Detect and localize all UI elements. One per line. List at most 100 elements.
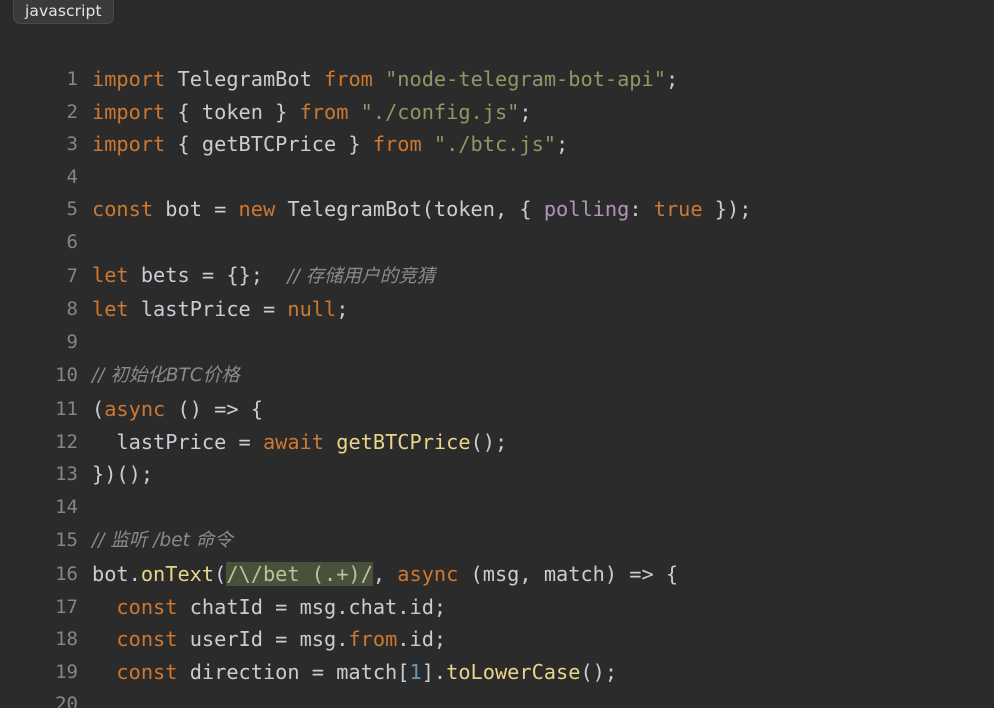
token-fn: onText: [140, 561, 215, 586]
line-number: 20: [55, 693, 78, 708]
code-scroll-area[interactable]: 1 import TelegramBot from "node-telegram-…: [0, 63, 994, 708]
line-number: 2: [66, 100, 78, 123]
token-plain: (msg, match) => {: [458, 561, 679, 586]
line-content[interactable]: bot.onText(/\/bet (.+)/, async (msg, mat…: [92, 558, 994, 591]
token-kw: new: [238, 197, 276, 222]
line-content[interactable]: [92, 226, 994, 259]
line-content[interactable]: // 初始化BTC价格: [92, 358, 994, 393]
line-content[interactable]: const chatId = msg.chat.id;: [92, 591, 994, 624]
token-plain: ,: [372, 561, 398, 586]
token-plain: bot =: [153, 197, 239, 222]
token-plain: { getBTCPrice }: [165, 132, 373, 157]
token-plain: (: [92, 396, 105, 421]
line-content[interactable]: [92, 491, 994, 524]
line-content[interactable]: let bets = {}; // 存储用户的竞猜: [92, 259, 994, 294]
code-line: 17 const chatId = msg.chat.id;: [0, 591, 994, 624]
token-kw: const: [92, 197, 154, 222]
code-line: 14: [0, 491, 994, 524]
token-plain: lastPrice =: [92, 429, 263, 454]
token-kw: from: [324, 67, 373, 91]
token-str: "node-telegram-bot-api": [385, 67, 666, 91]
token-cmt: // 监听 /bet 命令: [92, 530, 233, 552]
line-number: 1: [66, 68, 78, 90]
line-content[interactable]: import TelegramBot from "node-telegram-b…: [92, 63, 994, 96]
token-kw: from: [348, 627, 398, 652]
token-kw: const: [116, 627, 178, 652]
token-cmt: // 存储用户的竞猜: [287, 265, 436, 287]
code-line: 6: [0, 226, 994, 259]
line-number: 8: [66, 298, 78, 321]
code-line: 11 (async () => {: [0, 393, 994, 426]
line-number: 19: [55, 660, 78, 683]
token-str: "./btc.js": [433, 132, 557, 157]
code-block-container: javascript 1 import TelegramBot from "nod…: [0, 0, 994, 708]
line-content[interactable]: })();: [92, 458, 994, 491]
code-line: 1 import TelegramBot from "node-telegram-…: [0, 63, 994, 96]
token-plain: chatId = msg.chat.id;: [177, 594, 447, 619]
token-plain: .id;: [397, 627, 447, 652]
line-content[interactable]: import { token } from "./config.js";: [92, 96, 994, 129]
token-regex: /\/bet (.+)/: [226, 561, 373, 586]
token-kw: from: [299, 99, 349, 124]
code-line: 13 })();: [0, 458, 994, 491]
token-kw: let: [92, 262, 129, 287]
line-number: 14: [55, 495, 78, 518]
language-badge: javascript: [13, 0, 114, 24]
token-kw: await: [262, 429, 325, 454]
token-kw: import: [92, 132, 166, 157]
token-plain: (: [214, 561, 227, 586]
token-plain: direction = match[: [177, 659, 410, 684]
token-plain: })();: [92, 462, 154, 487]
token-plain: ();: [580, 659, 618, 684]
token-fn: getBTCPrice: [336, 429, 471, 454]
code-line: 2 import { token } from "./config.js";: [0, 96, 994, 129]
token-plain: ;: [336, 297, 349, 322]
line-content[interactable]: lastPrice = await getBTCPrice();: [92, 426, 994, 459]
line-number: 18: [55, 628, 78, 651]
token-plain: ;: [519, 99, 532, 124]
line-content[interactable]: const direction = match[1].toLowerCase()…: [92, 656, 994, 689]
line-number: 10: [55, 364, 78, 387]
line-number: 17: [55, 595, 78, 618]
token-plain: });: [702, 197, 752, 222]
code-line: 3 import { getBTCPrice } from "./btc.js";: [0, 128, 994, 161]
line-number: 13: [55, 463, 78, 486]
token-plain: { token }: [165, 99, 300, 124]
line-number: 15: [55, 529, 78, 552]
token-plain: ;: [665, 67, 679, 91]
token-kw: from: [372, 132, 422, 157]
line-content[interactable]: [92, 688, 994, 708]
token-plain: userId = msg.: [177, 627, 349, 652]
code-line: 7 let bets = {}; // 存储用户的竞猜: [0, 259, 994, 294]
token-kw: null: [287, 297, 337, 322]
token-kw: async: [104, 396, 166, 421]
code-lines-table: 1 import TelegramBot from "node-telegram-…: [0, 63, 994, 708]
line-content[interactable]: const userId = msg.from.id;: [92, 623, 994, 656]
line-number: 3: [66, 133, 78, 156]
code-lines-body: 1 import TelegramBot from "node-telegram-…: [0, 63, 994, 708]
line-content[interactable]: const bot = new TelegramBot(token, { pol…: [92, 193, 994, 226]
line-content[interactable]: import { getBTCPrice } from "./btc.js";: [92, 128, 994, 161]
token-kw: async: [397, 561, 459, 586]
line-content[interactable]: (async () => {: [92, 393, 994, 426]
token-kw: const: [116, 659, 178, 684]
line-content[interactable]: let lastPrice = null;: [92, 293, 994, 326]
line-content[interactable]: [92, 161, 994, 194]
line-content[interactable]: // 监听 /bet 命令: [92, 523, 994, 558]
language-badge-row: javascript: [0, 0, 994, 25]
token-kw: true: [653, 197, 703, 222]
line-content[interactable]: [92, 326, 994, 359]
token-plain: :: [629, 197, 654, 222]
token-num: 1: [409, 659, 422, 684]
line-number: 6: [66, 230, 78, 253]
token-fn: toLowerCase: [446, 659, 581, 684]
token-plain: bot.: [92, 561, 141, 586]
token-plain: ].: [421, 659, 447, 684]
token-cmt: // 初始化BTC价格: [92, 365, 240, 387]
